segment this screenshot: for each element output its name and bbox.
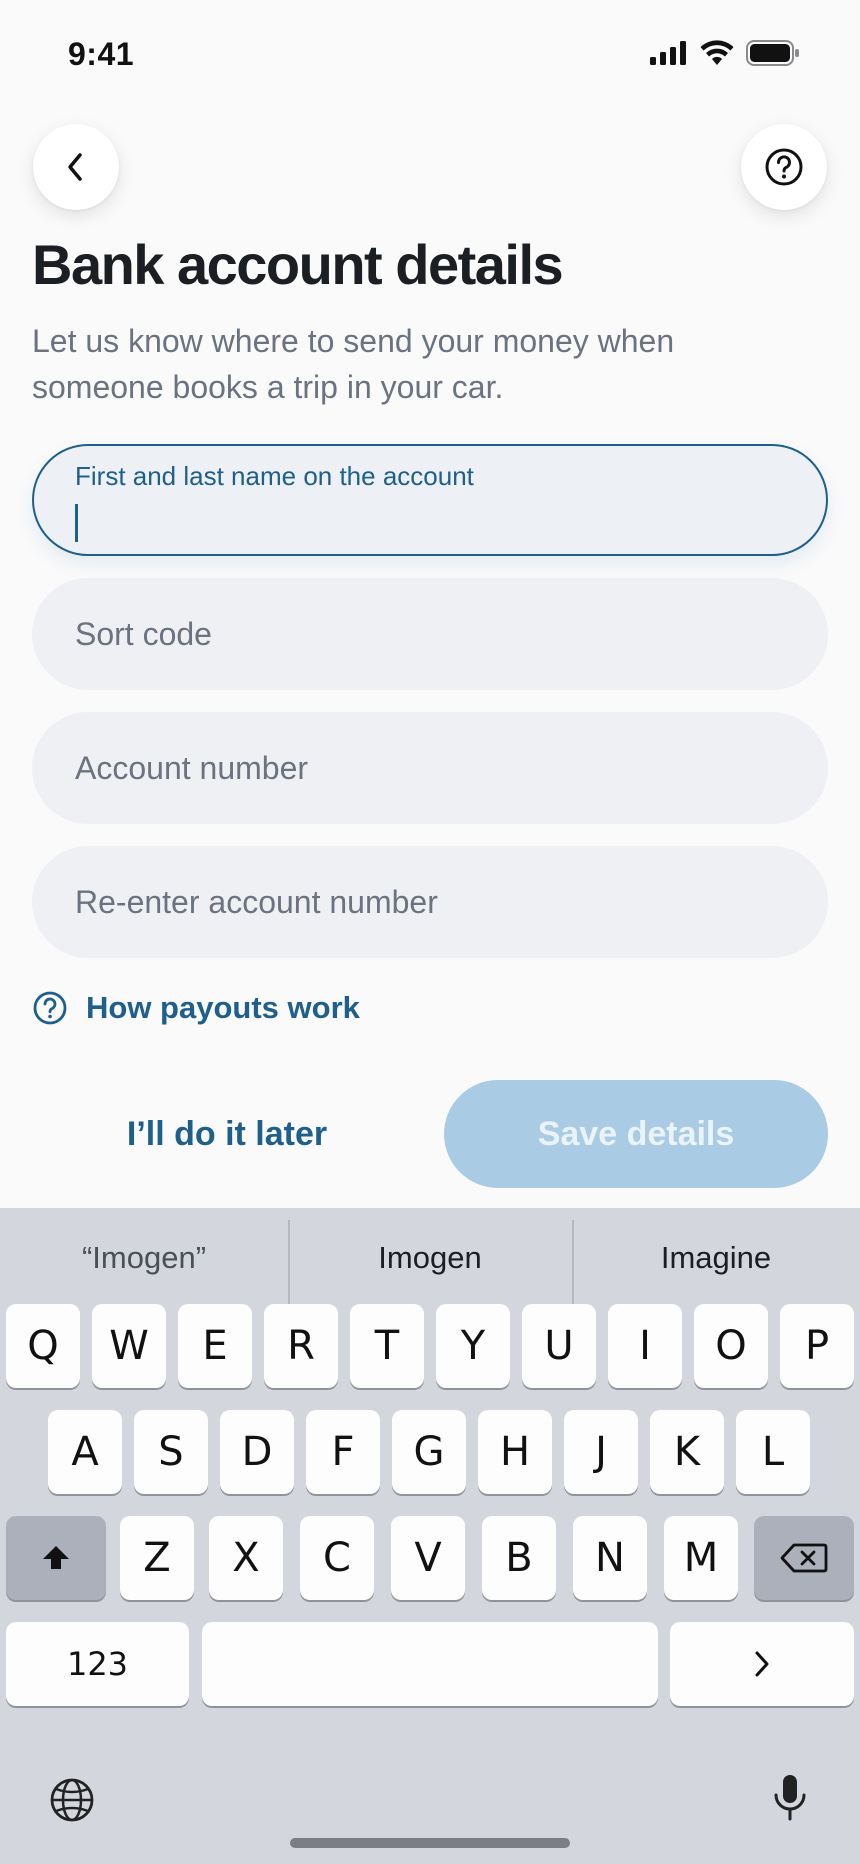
back-button[interactable] <box>33 124 119 210</box>
chevron-right-icon <box>755 1651 769 1677</box>
key-c[interactable]: C <box>300 1516 374 1600</box>
help-button[interactable] <box>741 124 827 210</box>
question-circle-icon <box>33 991 67 1025</box>
suggestion-item[interactable]: “Imogen” <box>0 1208 288 1308</box>
how-payouts-work-label: How payouts work <box>86 990 360 1025</box>
sort-code-field[interactable]: Sort code <box>32 578 828 690</box>
delete-key[interactable] <box>754 1516 854 1600</box>
key-k[interactable]: K <box>650 1410 724 1494</box>
key-t[interactable]: T <box>350 1304 424 1388</box>
suggestion-item[interactable]: Imogen <box>288 1208 572 1308</box>
shift-key[interactable] <box>6 1516 106 1600</box>
key-a[interactable]: A <box>48 1410 122 1494</box>
account-number-placeholder: Account number <box>75 749 309 786</box>
suggestion-bar: “Imogen” Imogen Imagine <box>0 1208 860 1308</box>
numbers-key[interactable]: 123 <box>6 1622 189 1706</box>
account-number-field[interactable]: Account number <box>32 712 828 824</box>
keyboard: “Imogen” Imogen Imagine Q W E R T Y U I … <box>0 1208 860 1864</box>
key-d[interactable]: D <box>220 1410 294 1494</box>
page-title: Bank account details <box>32 233 564 296</box>
key-e[interactable]: E <box>178 1304 252 1388</box>
space-key[interactable] <box>202 1622 658 1706</box>
globe-icon <box>50 1778 94 1822</box>
status-bar: 9:41 <box>0 0 860 110</box>
key-f[interactable]: F <box>306 1410 380 1494</box>
chevron-left-icon <box>68 153 82 181</box>
return-key[interactable] <box>670 1622 854 1706</box>
how-payouts-work-link[interactable]: How payouts work <box>32 990 360 1026</box>
key-w[interactable]: W <box>92 1304 166 1388</box>
key-l[interactable]: L <box>736 1410 810 1494</box>
microphone-icon <box>774 1775 806 1821</box>
home-indicator <box>290 1838 570 1848</box>
battery-icon <box>746 40 799 66</box>
key-y[interactable]: Y <box>436 1304 510 1388</box>
key-z[interactable]: Z <box>120 1516 194 1600</box>
key-s[interactable]: S <box>134 1410 208 1494</box>
suggestion-item[interactable]: Imagine <box>572 1208 860 1308</box>
backspace-icon <box>780 1543 828 1573</box>
do-it-later-button[interactable]: I’ll do it later <box>32 1080 422 1188</box>
key-j[interactable]: J <box>564 1410 638 1494</box>
key-v[interactable]: V <box>391 1516 465 1600</box>
key-g[interactable]: G <box>392 1410 466 1494</box>
save-details-button[interactable]: Save details <box>444 1080 828 1188</box>
key-n[interactable]: N <box>573 1516 647 1600</box>
shift-icon <box>43 1546 69 1569</box>
key-u[interactable]: U <box>522 1304 596 1388</box>
key-h[interactable]: H <box>478 1410 552 1494</box>
status-icons <box>650 40 800 66</box>
dictation-button[interactable] <box>762 1768 818 1828</box>
key-p[interactable]: P <box>780 1304 854 1388</box>
sort-code-placeholder: Sort code <box>75 615 212 652</box>
account-name-label: First and last name on the account <box>75 460 474 491</box>
key-i[interactable]: I <box>608 1304 682 1388</box>
account-name-field[interactable]: First and last name on the account <box>32 444 828 556</box>
cellular-signal-icon <box>650 41 686 65</box>
status-time: 9:41 <box>68 36 135 72</box>
page-subtitle: Let us know where to send your money whe… <box>32 323 675 405</box>
reenter-account-number-placeholder: Re-enter account number <box>75 883 438 920</box>
text-cursor <box>75 503 78 542</box>
globe-button[interactable] <box>44 1772 100 1828</box>
key-x[interactable]: X <box>209 1516 283 1600</box>
wifi-icon <box>700 40 734 65</box>
key-o[interactable]: O <box>694 1304 768 1388</box>
key-b[interactable]: B <box>482 1516 556 1600</box>
key-m[interactable]: M <box>664 1516 738 1600</box>
reenter-account-number-field[interactable]: Re-enter account number <box>32 846 828 958</box>
question-circle-icon <box>765 148 803 186</box>
key-q[interactable]: Q <box>6 1304 80 1388</box>
key-r[interactable]: R <box>264 1304 338 1388</box>
